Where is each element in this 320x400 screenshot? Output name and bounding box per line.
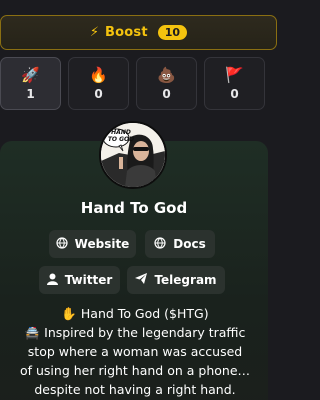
reaction-count: 0: [94, 86, 103, 101]
reaction-red-flag-button[interactable]: 🚩 0: [204, 57, 265, 110]
boost-count-badge: 10: [157, 25, 188, 40]
reaction-poop-button[interactable]: 💩 0: [136, 57, 197, 110]
token-name: Hand To God: [80, 199, 188, 217]
lightning-icon: ⚡: [89, 25, 100, 40]
telegram-link[interactable]: Telegram: [127, 266, 225, 294]
twitter-label: Twitter: [64, 273, 113, 287]
reaction-count: 1: [26, 86, 35, 101]
avatar-caption: HAND TO GOD: [107, 129, 135, 143]
docs-label: Docs: [173, 237, 206, 251]
fire-icon: 🔥: [89, 65, 108, 84]
reaction-rocket-button[interactable]: 🚀 1: [0, 57, 61, 110]
globe-icon: [56, 236, 68, 252]
red-flag-icon: 🚩: [225, 65, 244, 84]
user-icon: [46, 273, 58, 288]
boost-label: Boost: [105, 25, 148, 40]
reaction-count: 0: [230, 86, 239, 101]
token-avatar: HAND TO GOD: [99, 121, 167, 189]
description-line: despite not having a right hand.: [34, 382, 236, 397]
telegram-label: Telegram: [154, 273, 217, 287]
description-line: 🚔 Inspired by the legendary traffic: [24, 325, 246, 340]
globe-icon: [154, 236, 166, 252]
twitter-link[interactable]: Twitter: [39, 266, 120, 294]
token-description: ✋ Hand To God ($HTG) 🚔 Inspired by the l…: [10, 304, 260, 399]
reactions-row: 🚀 1 🔥 0 💩 0 🚩 0: [0, 57, 280, 110]
poop-icon: 💩: [157, 65, 176, 84]
website-link[interactable]: Website: [49, 230, 136, 258]
docs-link[interactable]: Docs: [145, 230, 215, 258]
description-line: of using her right hand on a phone…: [19, 363, 251, 378]
description-line: stop where a woman was accused: [27, 344, 243, 359]
rocket-icon: 🚀: [21, 65, 40, 84]
paper-plane-icon: [135, 273, 148, 287]
token-ticker-line: ✋ Hand To God ($HTG): [61, 306, 209, 321]
website-label: Website: [74, 237, 130, 251]
reaction-fire-button[interactable]: 🔥 0: [68, 57, 129, 110]
reaction-count: 0: [162, 86, 171, 101]
boost-button[interactable]: ⚡ Boost 10: [0, 15, 277, 50]
